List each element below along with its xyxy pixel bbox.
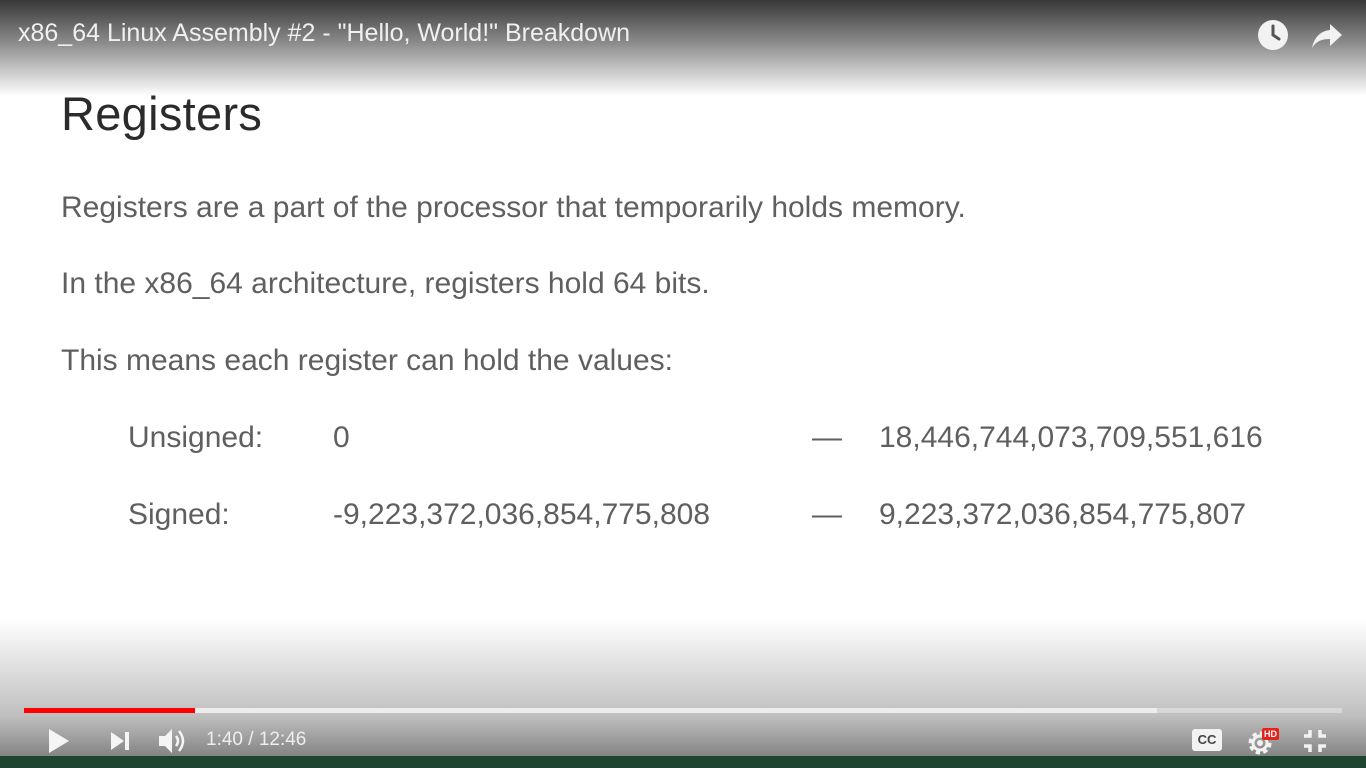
exit-fullscreen-icon[interactable] — [1302, 728, 1328, 759]
range-dash: — — [812, 498, 842, 531]
range-min: 0 — [333, 421, 350, 454]
slide: Registers Registers are a part of the pr… — [0, 0, 1366, 768]
hd-badge: HD — [1262, 728, 1279, 740]
slide-line: Registers are a part of the processor th… — [61, 191, 966, 224]
cc-label: CC — [1197, 732, 1217, 747]
bottom-edge — [0, 756, 1366, 768]
range-max: 9,223,372,036,854,775,807 — [879, 498, 1247, 531]
share-icon[interactable] — [1310, 18, 1344, 52]
current-time: 1:40 — [206, 729, 243, 750]
slide-heading: Registers — [61, 87, 263, 140]
progress-played — [24, 708, 195, 713]
range-label: Unsigned: — [128, 421, 264, 454]
range-dash: — — [812, 421, 842, 454]
video-title[interactable]: x86_64 Linux Assembly #2 - "Hello, World… — [18, 19, 630, 48]
slide-line: In the x86_64 architecture, registers ho… — [61, 267, 710, 300]
range-min: -9,223,372,036,854,775,808 — [333, 498, 711, 531]
cc-icon[interactable]: CC — [1192, 729, 1222, 751]
next-icon[interactable] — [108, 729, 132, 758]
time-separator: / — [242, 729, 259, 750]
range-label: Signed: — [128, 498, 230, 531]
clock-icon[interactable] — [1256, 18, 1290, 52]
time-display: 1:40 / 12:46 — [206, 729, 306, 751]
duration: 12:46 — [258, 729, 307, 750]
settings-icon[interactable]: HD — [1246, 726, 1280, 756]
slide-line: This means each register can hold the va… — [61, 344, 673, 377]
video-player[interactable]: Registers Registers are a part of the pr… — [0, 0, 1366, 768]
range-max: 18,446,744,073,709,551,616 — [879, 421, 1263, 454]
progress-bar[interactable] — [24, 708, 1342, 713]
